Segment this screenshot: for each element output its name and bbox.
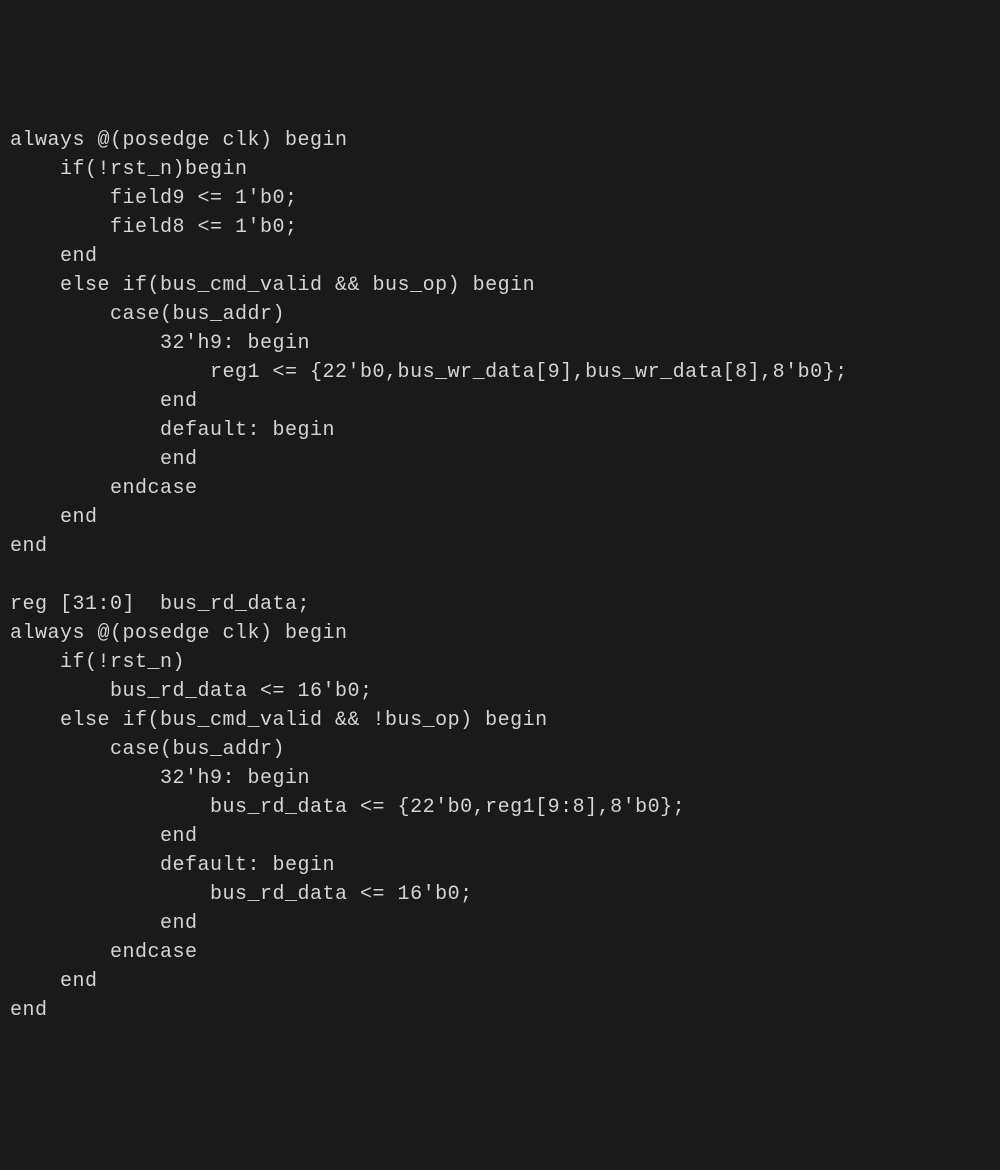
code-line: default: begin	[10, 419, 335, 442]
code-line: else if(bus_cmd_valid && bus_op) begin	[10, 274, 535, 297]
code-line: end	[10, 970, 98, 993]
code-line: field9 <= 1'b0;	[10, 187, 298, 210]
code-line: always @(posedge clk) begin	[10, 129, 348, 152]
code-line: if(!rst_n)	[10, 651, 185, 674]
code-line: end	[10, 506, 98, 529]
code-line: end	[10, 912, 198, 935]
code-line: end	[10, 390, 198, 413]
code-line: bus_rd_data <= 16'b0;	[10, 680, 373, 703]
code-line: reg1 <= {22'b0,bus_wr_data[9],bus_wr_dat…	[10, 361, 848, 384]
code-line: bus_rd_data <= {22'b0,reg1[9:8],8'b0};	[10, 796, 685, 819]
code-line: end	[10, 448, 198, 471]
code-line: if(!rst_n)begin	[10, 158, 248, 181]
code-line: endcase	[10, 941, 198, 964]
code-line: 32'h9: begin	[10, 767, 310, 790]
code-line: always @(posedge clk) begin	[10, 622, 348, 645]
code-line: end	[10, 245, 98, 268]
code-line: 32'h9: begin	[10, 332, 310, 355]
code-line: end	[10, 999, 48, 1022]
code-line: endcase	[10, 477, 198, 500]
code-line: end	[10, 825, 198, 848]
code-line: reg [31:0] bus_rd_data;	[10, 593, 310, 616]
code-line: end	[10, 535, 48, 558]
code-line: case(bus_addr)	[10, 303, 285, 326]
verilog-code-block: always @(posedge clk) begin if(!rst_n)be…	[10, 126, 990, 1025]
code-line: default: begin	[10, 854, 335, 877]
code-line: case(bus_addr)	[10, 738, 285, 761]
code-line: else if(bus_cmd_valid && !bus_op) begin	[10, 709, 548, 732]
code-line: bus_rd_data <= 16'b0;	[10, 883, 473, 906]
code-line: field8 <= 1'b0;	[10, 216, 298, 239]
